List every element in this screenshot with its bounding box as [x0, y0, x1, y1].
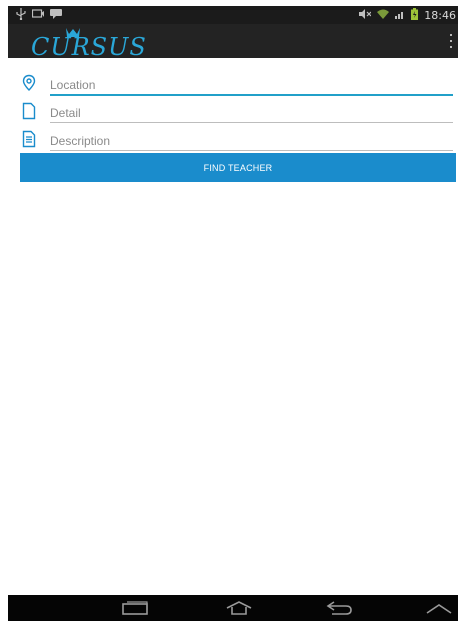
clock-time: 18:46	[424, 8, 456, 22]
navigation-bar	[8, 595, 458, 621]
back-icon[interactable]	[324, 600, 354, 616]
description-field-row	[20, 128, 457, 156]
location-pin-icon	[20, 74, 38, 92]
wifi-icon	[377, 9, 390, 22]
screen-icon	[31, 8, 44, 22]
description-input[interactable]	[50, 130, 453, 152]
detail-input[interactable]	[50, 102, 453, 124]
home-icon[interactable]	[224, 600, 254, 616]
detail-underline	[50, 122, 453, 123]
overflow-menu-icon[interactable]	[446, 34, 456, 48]
logo-text: CURSUS	[31, 33, 147, 58]
description-icon	[20, 130, 38, 148]
description-underline	[50, 150, 453, 151]
mute-icon	[359, 8, 372, 22]
app-bar: CURSUS	[8, 24, 458, 61]
status-bar: 18:46	[8, 6, 458, 24]
signal-icon	[395, 9, 405, 22]
location-underline	[50, 94, 453, 96]
chat-icon	[50, 8, 62, 22]
usb-icon	[16, 7, 26, 23]
status-right-icons: 18:46	[359, 7, 456, 23]
status-left-icons	[16, 7, 62, 23]
search-form	[20, 72, 457, 156]
detail-field-row	[20, 100, 457, 128]
document-icon	[20, 102, 38, 120]
location-field-row	[20, 72, 457, 100]
battery-icon	[411, 7, 419, 23]
recents-icon[interactable]	[120, 600, 150, 616]
location-input[interactable]	[50, 74, 453, 96]
cursus-logo: CURSUS	[30, 24, 150, 63]
up-icon[interactable]	[424, 600, 454, 616]
find-teacher-button[interactable]: FIND TEACHER	[20, 153, 456, 182]
